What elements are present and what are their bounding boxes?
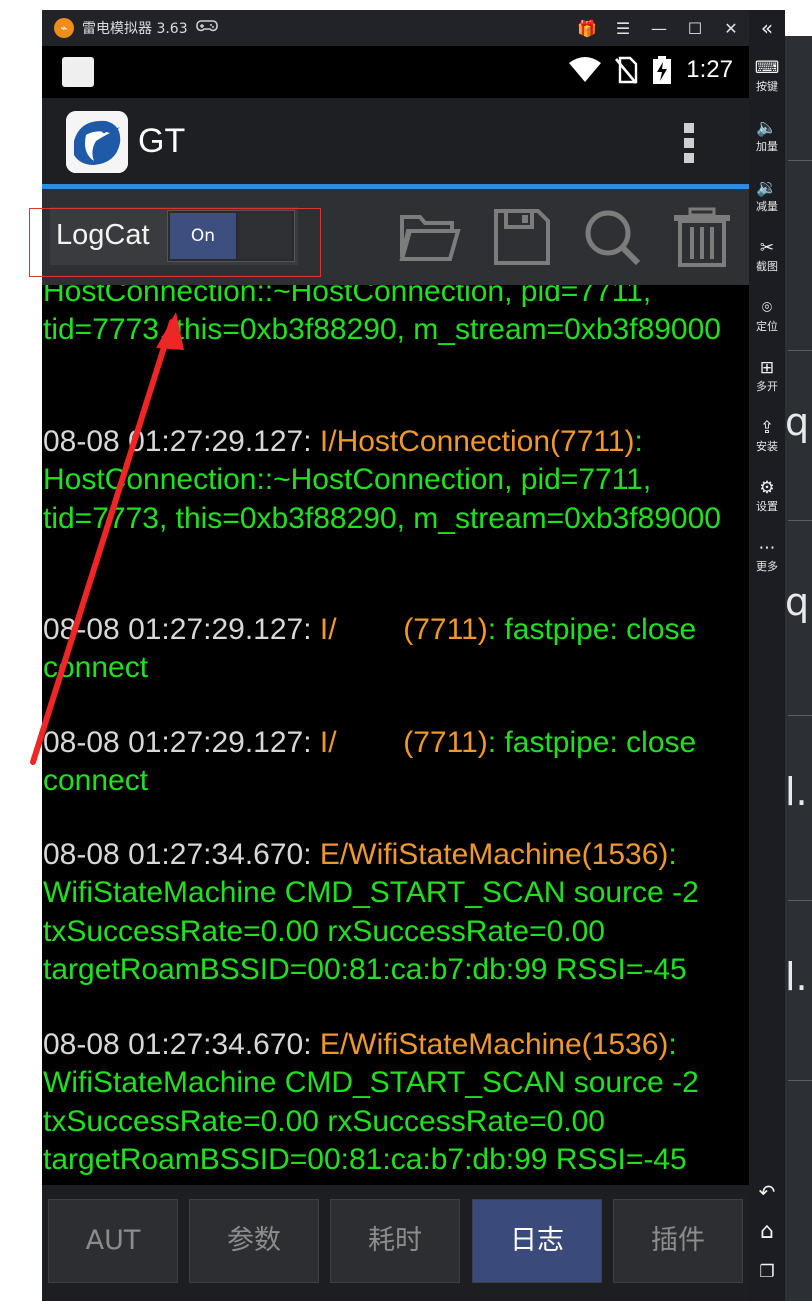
minimize-icon[interactable]: — (641, 19, 677, 38)
close-icon[interactable]: ✕ (713, 19, 749, 38)
gamepad-icon[interactable] (195, 18, 218, 38)
sidebar-item-label: 加量 (756, 140, 778, 153)
log-entry: 08-08 01:27:34.670: E/WifiStateMachine(1… (43, 1028, 699, 1176)
scissors-icon: ✂ (759, 238, 775, 258)
sidebar-item-label: 设置 (756, 500, 778, 513)
keyboard-icon: ⌨ (754, 58, 780, 78)
background-window-peek (785, 36, 812, 1301)
battery-charging-icon (653, 56, 672, 84)
sidebar-item-keys[interactable]: ⌨ 按键 (749, 58, 785, 94)
tab-plugins[interactable]: 插件 (613, 1199, 743, 1283)
desktop: ⌁ 雷电模拟器 3.63 🎁 ☰ — ☐ ✕ « ⌨ 按键 🔈 加量 🔉 减量 (0, 0, 812, 1301)
overflow-menu-icon[interactable] (682, 120, 696, 166)
emulator-titlebar: ⌁ 雷电模拟器 3.63 🎁 ☰ — ☐ ✕ (42, 10, 749, 46)
sidebar-item-label: 减量 (756, 200, 778, 213)
log-entry: 08-08 01:27:29.127: I/ (7711): fastpipe:… (43, 726, 697, 798)
no-sim-icon (615, 56, 638, 84)
sidebar-item-volume-down[interactable]: 🔉 减量 (749, 178, 785, 214)
sidebar-item-label: 更多 (756, 560, 778, 573)
volume-up-icon: 🔈 (756, 118, 778, 138)
multi-window-icon: ⊞ (759, 358, 775, 378)
gear-icon: ⚙ (759, 478, 775, 498)
sidebar-item-multi-instance[interactable]: ⊞ 多开 (749, 358, 785, 394)
app-bar: GT (42, 98, 749, 184)
nav-home-button[interactable]: ⌂ (749, 1219, 785, 1244)
sidebar-item-location[interactable]: ⌾ 定位 (749, 298, 785, 334)
tab-params[interactable]: 参数 (189, 1199, 319, 1283)
nav-back-button[interactable]: ↶ (749, 1182, 785, 1202)
log-entry: 08-08 01:27:34.670: E/WifiStateMachine(1… (43, 838, 699, 986)
back-icon: ↶ (758, 1180, 776, 1204)
tab-aut[interactable]: AUT (48, 1199, 178, 1283)
log-entry: HostConnection::~HostConnection, pid=771… (43, 285, 721, 347)
log-entry: 08-08 01:27:29.127: I/HostConnection(771… (43, 425, 721, 535)
sidebar-item-settings[interactable]: ⚙ 设置 (749, 478, 785, 514)
status-time: 1:27 (686, 56, 733, 83)
emulator-title: 雷电模拟器 3.63 (82, 21, 188, 37)
home-icon: ⌂ (760, 1219, 774, 1244)
sidebar-item-install[interactable]: ⇪ 安装 (749, 418, 785, 454)
sidebar-item-label: 截图 (756, 260, 778, 273)
bottom-tab-bar: AUT 参数 耗时 日志 插件 (42, 1185, 749, 1301)
wifi-icon (569, 57, 602, 82)
trash-icon[interactable] (670, 207, 734, 267)
sidebar-item-label: 安装 (756, 440, 778, 453)
apk-install-icon: ⇪ (759, 418, 775, 438)
recents-icon: ❐ (759, 1262, 775, 1282)
maximize-icon[interactable]: ☐ (677, 19, 713, 38)
gt-logo-icon (66, 111, 128, 173)
tab-log[interactable]: 日志 (472, 1199, 602, 1283)
tab-timing[interactable]: 耗时 (330, 1199, 460, 1283)
nav-recents-button[interactable]: ❐ (749, 1262, 785, 1282)
location-icon: ⌾ (761, 298, 773, 318)
gift-icon[interactable]: 🎁 (569, 19, 605, 38)
sidebar-item-more[interactable]: ⋯ 更多 (749, 538, 785, 574)
log-entry: 08-08 01:27:29.127: I/ (7711): fastpipe:… (43, 613, 697, 685)
peek-text: l. (785, 955, 808, 999)
sidebar-item-label: 按键 (756, 80, 778, 93)
sidebar-item-volume-up[interactable]: 🔈 加量 (749, 118, 785, 154)
save-icon[interactable] (490, 207, 554, 267)
menu-icon[interactable]: ☰ (605, 19, 641, 38)
peek-text: l. (785, 770, 808, 814)
peek-text: q. (785, 400, 812, 444)
volume-down-icon: 🔉 (756, 178, 778, 198)
emulator-logo-icon: ⌁ (54, 18, 74, 38)
sidebar-item-label: 多开 (756, 380, 778, 393)
annotation-highlight-box (29, 208, 321, 277)
search-icon[interactable] (580, 207, 644, 267)
status-bar: 1:27 (42, 46, 749, 98)
status-icons: 1:27 (568, 56, 733, 84)
app-title: GT (138, 122, 186, 160)
peek-text: q. (785, 580, 812, 624)
sidebar-item-label: 定位 (756, 320, 778, 333)
more-icon: ⋯ (758, 538, 776, 558)
window-controls: 🎁 ☰ — ☐ ✕ (569, 19, 749, 38)
sidebar-item-screenshot[interactable]: ✂ 截图 (749, 238, 785, 274)
collapse-sidebar-icon[interactable]: « (749, 18, 785, 38)
folder-open-icon[interactable] (398, 207, 462, 267)
notification-app-icon (62, 57, 94, 87)
emulator-sidebar: « ⌨ 按键 🔈 加量 🔉 减量 ✂ 截图 ⌾ 定位 ⊞ 多开 ⇪ 安装 ⚙ 设… (749, 10, 785, 1301)
log-list[interactable]: HostConnection::~HostConnection, pid=771… (42, 285, 749, 1181)
